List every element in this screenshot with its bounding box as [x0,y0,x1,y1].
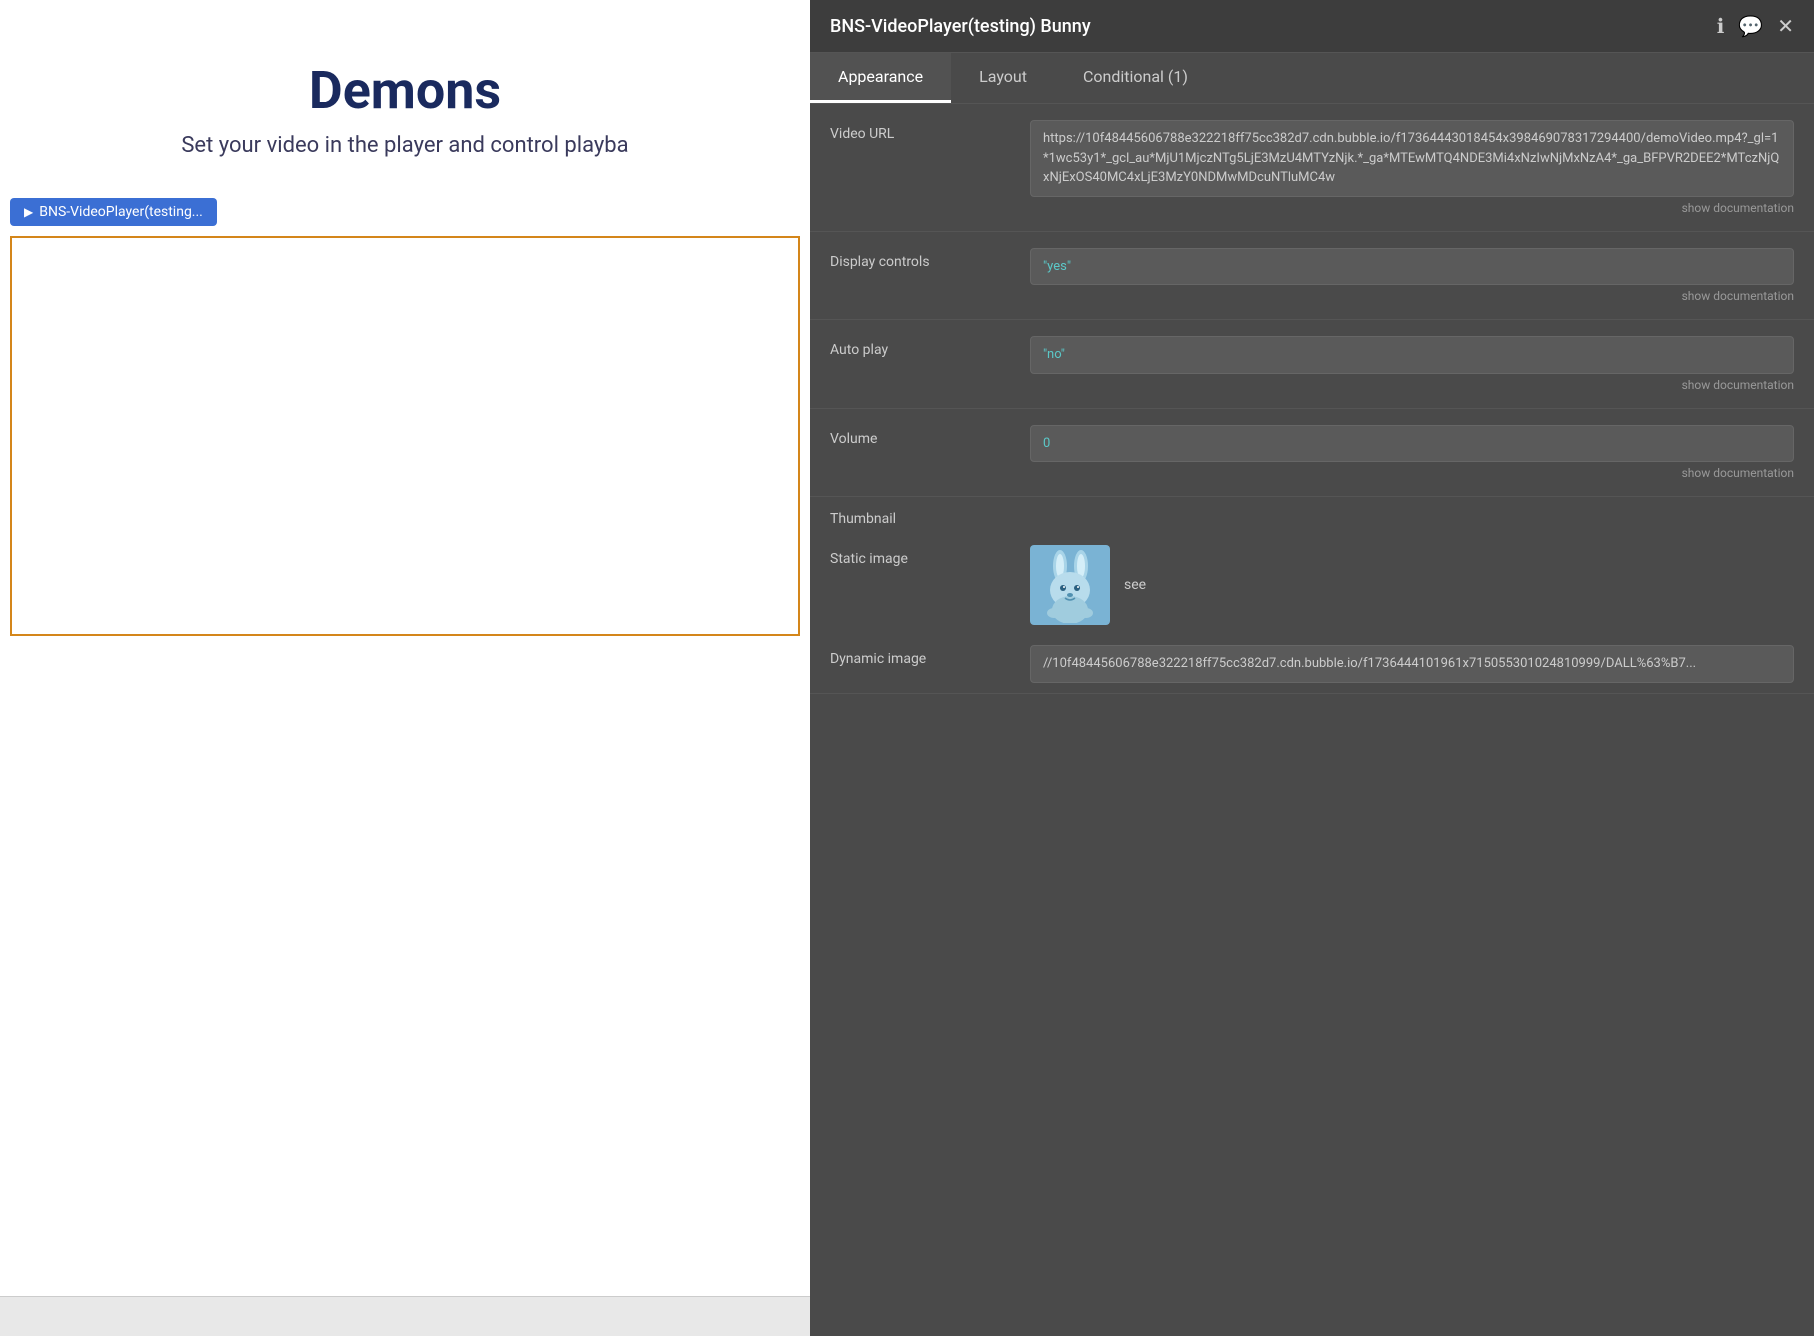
tab-appearance[interactable]: Appearance [810,53,951,103]
static-image-row: Static image [810,535,1814,635]
video-url-show-doc[interactable]: show documentation [1030,201,1794,215]
see-link[interactable]: see [1124,577,1146,593]
component-bar: ▶ BNS-VideoPlayer(testing... [0,198,810,226]
volume-box[interactable]: 0 [1030,425,1794,463]
thumbnail-section-header: Thumbnail [810,497,1814,535]
play-icon: ▶ [24,205,33,219]
display-controls-show-doc[interactable]: show documentation [1030,289,1794,303]
auto-play-row: Auto play "no" show documentation [810,320,1814,409]
static-image-label: Static image [830,545,1030,567]
auto-play-show-doc[interactable]: show documentation [1030,378,1794,392]
display-controls-value: "yes" show documentation [1030,248,1794,304]
main-canvas: Demons Set your video in the player and … [0,0,1814,1336]
page-subtitle: Set your video in the player and control… [40,133,770,158]
video-player-box [10,236,800,636]
panel-header-icons: ℹ 💬 ✕ [1717,14,1794,38]
display-controls-label: Display controls [830,248,1030,270]
thumbnail-value: see [1030,545,1146,625]
video-url-row: Video URL https://10f48445606788e322218f… [810,104,1814,232]
dynamic-image-row: Dynamic image //10f48445606788e322218ff7… [810,635,1814,694]
chat-icon[interactable]: 💬 [1738,14,1763,38]
dynamic-image-value: //10f48445606788e322218ff75cc382d7.cdn.b… [1030,645,1794,683]
component-tag[interactable]: ▶ BNS-VideoPlayer(testing... [10,198,217,226]
video-url-label: Video URL [830,120,1030,142]
volume-show-doc[interactable]: show documentation [1030,466,1794,480]
auto-play-box[interactable]: "no" [1030,336,1794,374]
page-header: Demons Set your video in the player and … [0,0,810,178]
video-url-box[interactable]: https://10f48445606788e322218ff75cc382d7… [1030,120,1794,197]
close-icon[interactable]: ✕ [1777,14,1794,38]
info-icon[interactable]: ℹ [1717,14,1725,38]
display-controls-row: Display controls "yes" show documentatio… [810,232,1814,321]
auto-play-label: Auto play [830,336,1030,358]
panel-title: BNS-VideoPlayer(testing) Bunny [830,16,1091,37]
volume-value: 0 show documentation [1030,425,1794,481]
thumbnail-img[interactable] [1030,545,1110,625]
dynamic-image-label: Dynamic image [830,645,1030,667]
status-bar [0,1296,810,1336]
video-url-value: https://10f48445606788e322218ff75cc382d7… [1030,120,1794,215]
panel-header: BNS-VideoPlayer(testing) Bunny ℹ 💬 ✕ [810,0,1814,53]
volume-label: Volume [830,425,1030,447]
right-panel: BNS-VideoPlayer(testing) Bunny ℹ 💬 ✕ App… [810,0,1814,1336]
page-content: Demons Set your video in the player and … [0,0,810,1336]
panel-content[interactable]: Video URL https://10f48445606788e322218f… [810,104,1814,1336]
bunny-svg [1038,548,1103,623]
panel-tabs: Appearance Layout Conditional (1) [810,53,1814,104]
page-title: Demons [40,60,770,121]
auto-play-value: "no" show documentation [1030,336,1794,392]
dynamic-image-box[interactable]: //10f48445606788e322218ff75cc382d7.cdn.b… [1030,645,1794,683]
tab-layout[interactable]: Layout [951,53,1055,103]
volume-row: Volume 0 show documentation [810,409,1814,498]
display-controls-box[interactable]: "yes" [1030,248,1794,286]
tab-conditional[interactable]: Conditional (1) [1055,53,1216,103]
component-tag-label: BNS-VideoPlayer(testing... [39,204,203,220]
